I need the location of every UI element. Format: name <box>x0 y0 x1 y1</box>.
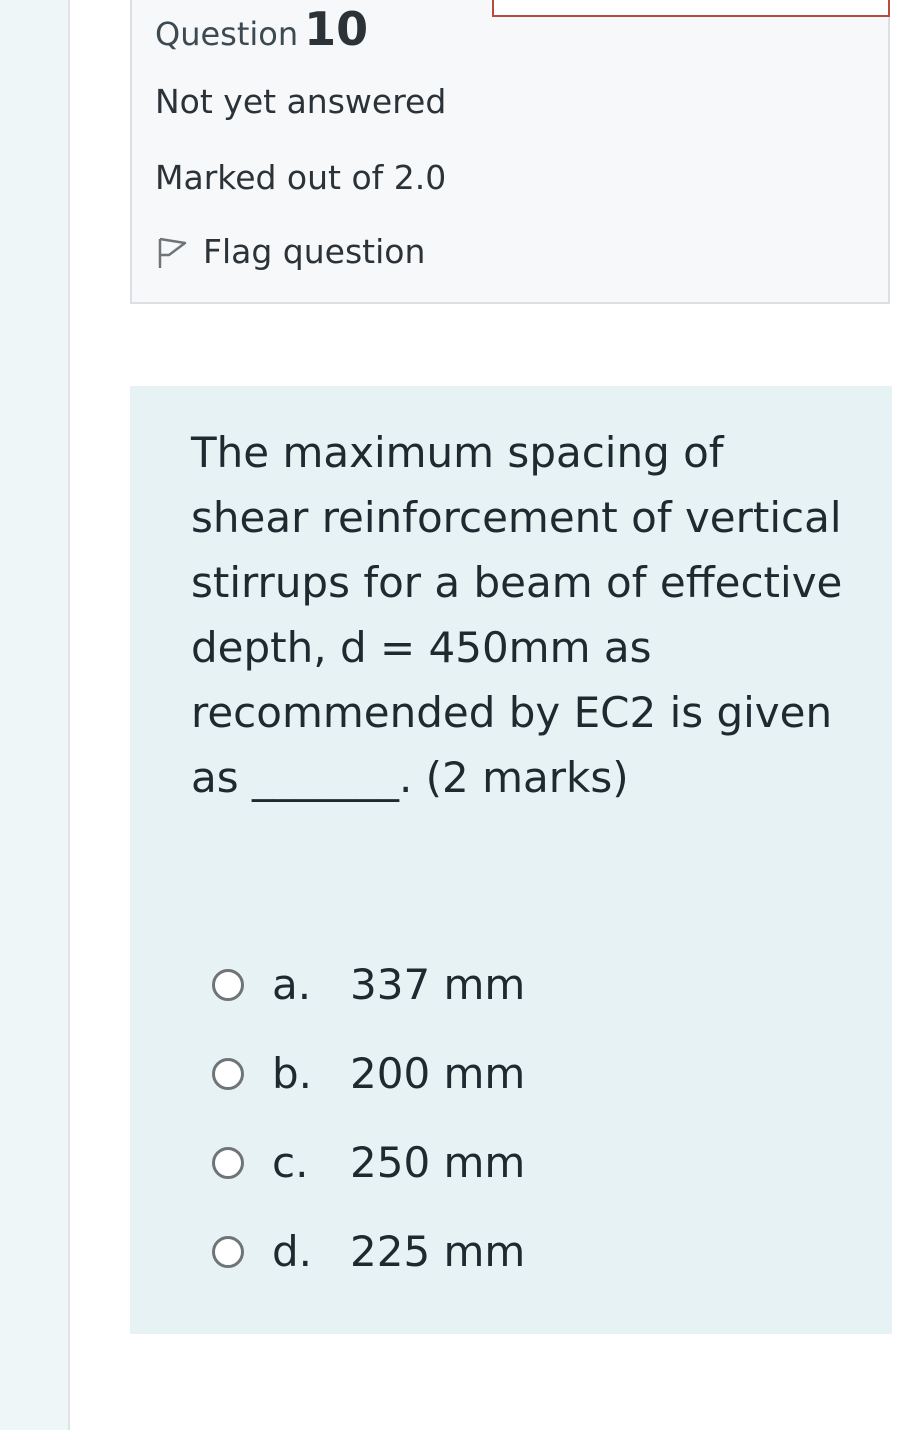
option-letter: c. <box>272 1138 309 1187</box>
radio-button-a[interactable] <box>212 968 244 1001</box>
option-c[interactable]: c. 250 mm <box>212 1118 525 1207</box>
option-text: 250 mm <box>350 1138 526 1187</box>
marks-info: Marked out of 2.0 <box>155 158 447 197</box>
radio-button-c[interactable] <box>212 1146 244 1179</box>
radio-button-b[interactable] <box>212 1057 244 1090</box>
option-a[interactable]: a. 337 mm <box>212 940 525 1029</box>
answer-options: a. 337 mm b. 200 mm c. 250 mm d. 225 mm <box>212 940 525 1296</box>
option-d[interactable]: d. 225 mm <box>212 1207 525 1296</box>
option-text: 200 mm <box>350 1049 526 1098</box>
flag-question-label: Flag question <box>203 232 426 271</box>
question-text: The maximum spacing of shear reinforceme… <box>191 428 843 802</box>
question-number-heading: Question 10 <box>155 2 368 56</box>
option-b[interactable]: b. 200 mm <box>212 1029 525 1118</box>
option-text: 225 mm <box>350 1227 526 1276</box>
radio-button-d[interactable] <box>212 1235 244 1268</box>
flag-outline-icon <box>158 237 187 268</box>
option-letter: a. <box>272 960 312 1009</box>
quiz-page: Question 10 Not yet answered Marked out o… <box>0 0 921 1430</box>
question-number: 10 <box>304 2 369 56</box>
option-text: 337 mm <box>350 960 526 1009</box>
answer-status: Not yet answered <box>155 82 447 121</box>
question-label: Question <box>155 15 299 53</box>
option-letter: d. <box>272 1227 313 1276</box>
flag-question-link[interactable]: Flag question <box>155 232 425 271</box>
previous-answer-field-edge <box>492 0 890 17</box>
left-sidebar-strip <box>0 0 70 1430</box>
option-letter: b. <box>272 1049 313 1098</box>
